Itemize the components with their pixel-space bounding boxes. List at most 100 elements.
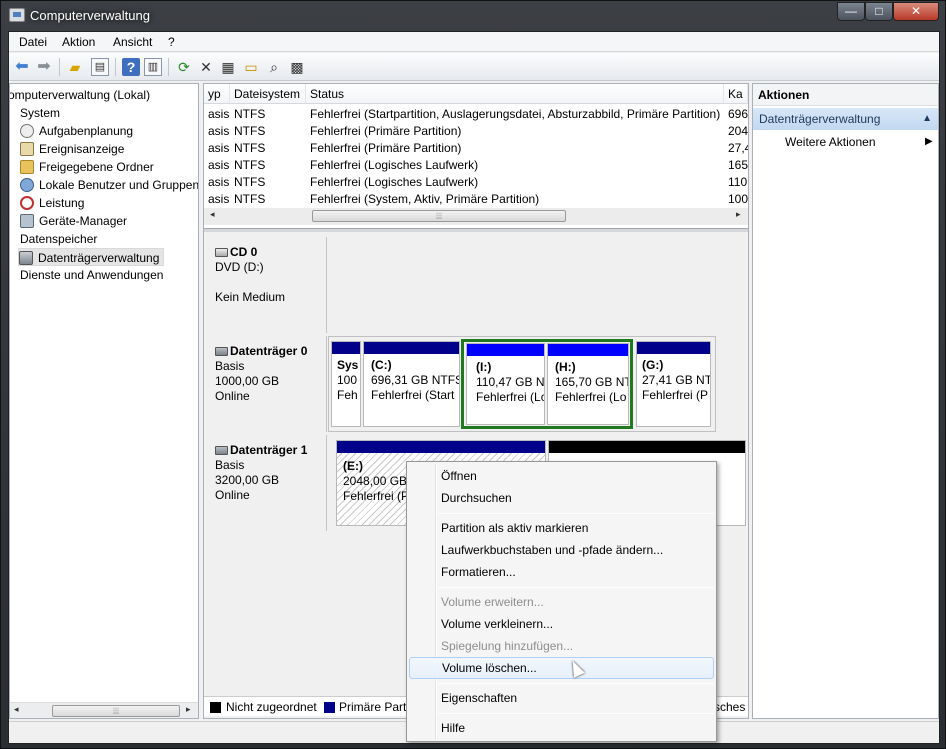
toolbar: ⬅ ➡ ▰ ▤ ? ▥ ⟳ ✕ ▦ ▭ ⌕ ▩ (9, 53, 939, 81)
help-icon[interactable]: ? (122, 58, 140, 76)
legend-label-primary: Primäre Parti (339, 700, 410, 714)
menu-help[interactable]: ? (168, 35, 175, 49)
properties-icon[interactable]: ▦ (219, 58, 237, 76)
scroll-left-icon[interactable]: ◂ (14, 704, 19, 715)
computer-management-icon (9, 8, 25, 22)
ctx-properties[interactable]: Eigenschaften (409, 687, 714, 709)
forward-arrow-icon[interactable]: ➡ (35, 58, 53, 76)
actions-pane: Aktionen Datenträgerverwaltung ▲ Weitere… (752, 83, 939, 719)
shared-folder-icon (20, 160, 34, 174)
legend-label-logical: sches (714, 700, 746, 714)
scroll-left-icon[interactable]: ◂ (210, 209, 215, 220)
legend-swatch-unallocated (210, 702, 221, 713)
disk-label-cd0[interactable]: CD 0 DVD (D:) Kein Medium (210, 237, 327, 333)
open-icon[interactable]: ▭ (242, 58, 260, 76)
cd-drive-icon (215, 248, 228, 257)
disk-label-disk0[interactable]: Datenträger 0 Basis 1000,00 GB Online (210, 336, 327, 432)
context-menu: Öffnen Durchsuchen Partition als aktiv m… (406, 461, 717, 742)
column-header-status[interactable]: Status (306, 84, 724, 104)
partition-system-reserved[interactable]: Sys 100 Feh (331, 341, 361, 427)
column-header-typ[interactable]: yp (204, 84, 230, 104)
maximize-button[interactable]: □ (865, 2, 893, 21)
show-hide-tree-icon[interactable]: ▤ (91, 58, 109, 76)
actions-header: Aktionen (753, 84, 938, 106)
close-button[interactable]: ✕ (893, 2, 939, 21)
minimize-button[interactable]: — (837, 2, 865, 21)
tree-item-datenspeicher[interactable]: Datenspeicher (20, 230, 97, 248)
legend-swatch-primary (324, 702, 335, 713)
tree-item-system[interactable]: System (20, 104, 60, 122)
window-title: Computerverwaltung (30, 8, 150, 23)
partition-c[interactable]: (C:) 696,31 GB NTFS Fehlerfrei (Start (363, 341, 460, 427)
ctx-add-mirror: Spiegelung hinzufügen... (441, 639, 574, 653)
partition-g[interactable]: (G:) 27,41 GB NT Fehlerfrei (P (636, 341, 711, 427)
menu-datei[interactable]: Datei (19, 35, 47, 49)
scrollbar-thumb[interactable]: ⦙⦙⦙ (52, 705, 180, 717)
back-arrow-icon[interactable]: ⬅ (13, 58, 31, 76)
volume-list-horizontal-scrollbar[interactable]: ◂ ⦙⦙⦙ ▸ (204, 208, 748, 225)
tree-item-aufgabenplanung[interactable]: Aufgabenplanung (20, 122, 133, 140)
device-manager-icon (20, 214, 34, 228)
refresh-icon[interactable]: ⟳ (175, 58, 193, 76)
performance-icon (20, 196, 34, 210)
partition-i[interactable]: (I:) 110,47 GB N Fehlerfrei (Lc (466, 343, 545, 425)
disk-status: Online (215, 389, 250, 403)
column-header-kapazitaet[interactable]: Ka (724, 84, 748, 104)
disk-management-icon (19, 251, 33, 265)
disk-icon (215, 446, 228, 455)
ctx-open[interactable]: Öffnen (409, 465, 714, 487)
ctx-help[interactable]: Hilfe (409, 717, 714, 739)
ctx-extend-volume: Volume erweitern... (441, 595, 544, 609)
tree-item-dienste-und-anwendungen[interactable]: Dienste und Anwendungen (20, 266, 163, 284)
ctx-format[interactable]: Formatieren... (409, 561, 714, 583)
tree-item-leistung[interactable]: Leistung (20, 194, 84, 212)
partition-h[interactable]: (H:) 165,70 GB NT Fehlerfrei (Lo (547, 343, 629, 425)
navigation-tree: omputerverwaltung (Lokal) System Aufgabe… (9, 83, 199, 719)
tree-item-geraete-manager[interactable]: Geräte-Manager (20, 212, 127, 230)
tree-horizontal-scrollbar[interactable]: ◂ ⦙⦙⦙ ▸ (10, 702, 198, 718)
tree-item-datentraegerverwaltung[interactable]: Datenträgerverwaltung (18, 248, 165, 266)
tree-item-freigegebene-ordner[interactable]: Freigegebene Ordner (20, 158, 154, 176)
scrollbar-thumb[interactable]: ⦙⦙⦙ (312, 210, 566, 222)
title-bar[interactable]: Computerverwaltung — □ ✕ (1, 1, 945, 31)
collapse-icon[interactable]: ▲ (922, 108, 932, 130)
scroll-right-icon[interactable]: ▸ (186, 704, 191, 715)
tree-item-ereignisanzeige[interactable]: Ereignisanzeige (20, 140, 124, 158)
legend-label-unallocated: Nicht zugeordnet (226, 700, 317, 714)
ctx-mark-active[interactable]: Partition als aktiv markieren (409, 517, 714, 539)
menu-ansicht[interactable]: Ansicht (113, 35, 152, 49)
clock-icon (20, 124, 34, 138)
weitere-aktionen-item[interactable]: Weitere Aktionen (785, 133, 876, 151)
disk-type: DVD (D:) (215, 260, 264, 274)
ctx-change-drive-letter[interactable]: Laufwerkbuchstaben und -pfade ändern... (409, 539, 714, 561)
disk-type: Basis (215, 458, 245, 472)
actions-section-datentraegerverwaltung[interactable]: Datenträgerverwaltung ▲ (753, 108, 938, 130)
scroll-right-icon[interactable]: ▸ (736, 209, 741, 220)
disk-status: Online (215, 488, 250, 502)
disk-status: Kein Medium (215, 290, 286, 304)
view-icon[interactable]: ▥ (144, 58, 162, 76)
disk-size (215, 275, 321, 290)
disk-name: Datenträger 1 (230, 443, 308, 457)
disk-name: Datenträger 0 (230, 344, 308, 358)
tree-item-lokale-benutzer[interactable]: Lokale Benutzer und Gruppen (20, 176, 198, 194)
menu-aktion[interactable]: Aktion (62, 35, 95, 49)
disk-size: 1000,00 GB (215, 374, 280, 388)
disk-size: 3200,00 GB (215, 473, 280, 487)
volume-list: yp Dateisystem Status Ka asis NTFS Fehle… (204, 84, 748, 226)
search-icon[interactable]: ⌕ (265, 58, 283, 76)
settings-icon[interactable]: ▩ (288, 58, 306, 76)
disk-label-disk1[interactable]: Datenträger 1 Basis 3200,00 GB Online (210, 435, 327, 531)
event-viewer-icon (20, 142, 34, 156)
ctx-shrink-volume[interactable]: Volume verkleinern... (409, 613, 714, 635)
tree-item-computerverwaltung[interactable]: omputerverwaltung (Lokal) (10, 86, 150, 104)
ctx-browse[interactable]: Durchsuchen (409, 487, 714, 509)
disk0-area: Sys 100 Feh (C:) 696,31 GB NTFS Fehlerfrei (… (328, 336, 716, 432)
up-folder-icon[interactable]: ▰ (66, 58, 84, 76)
column-header-dateisystem[interactable]: Dateisystem (230, 84, 306, 104)
disk-icon (215, 347, 228, 356)
menu-bar: Datei Aktion Ansicht ? (9, 32, 939, 52)
ctx-delete-volume[interactable]: Volume löschen... (409, 657, 714, 679)
users-icon (20, 178, 34, 192)
delete-icon[interactable]: ✕ (197, 58, 215, 76)
